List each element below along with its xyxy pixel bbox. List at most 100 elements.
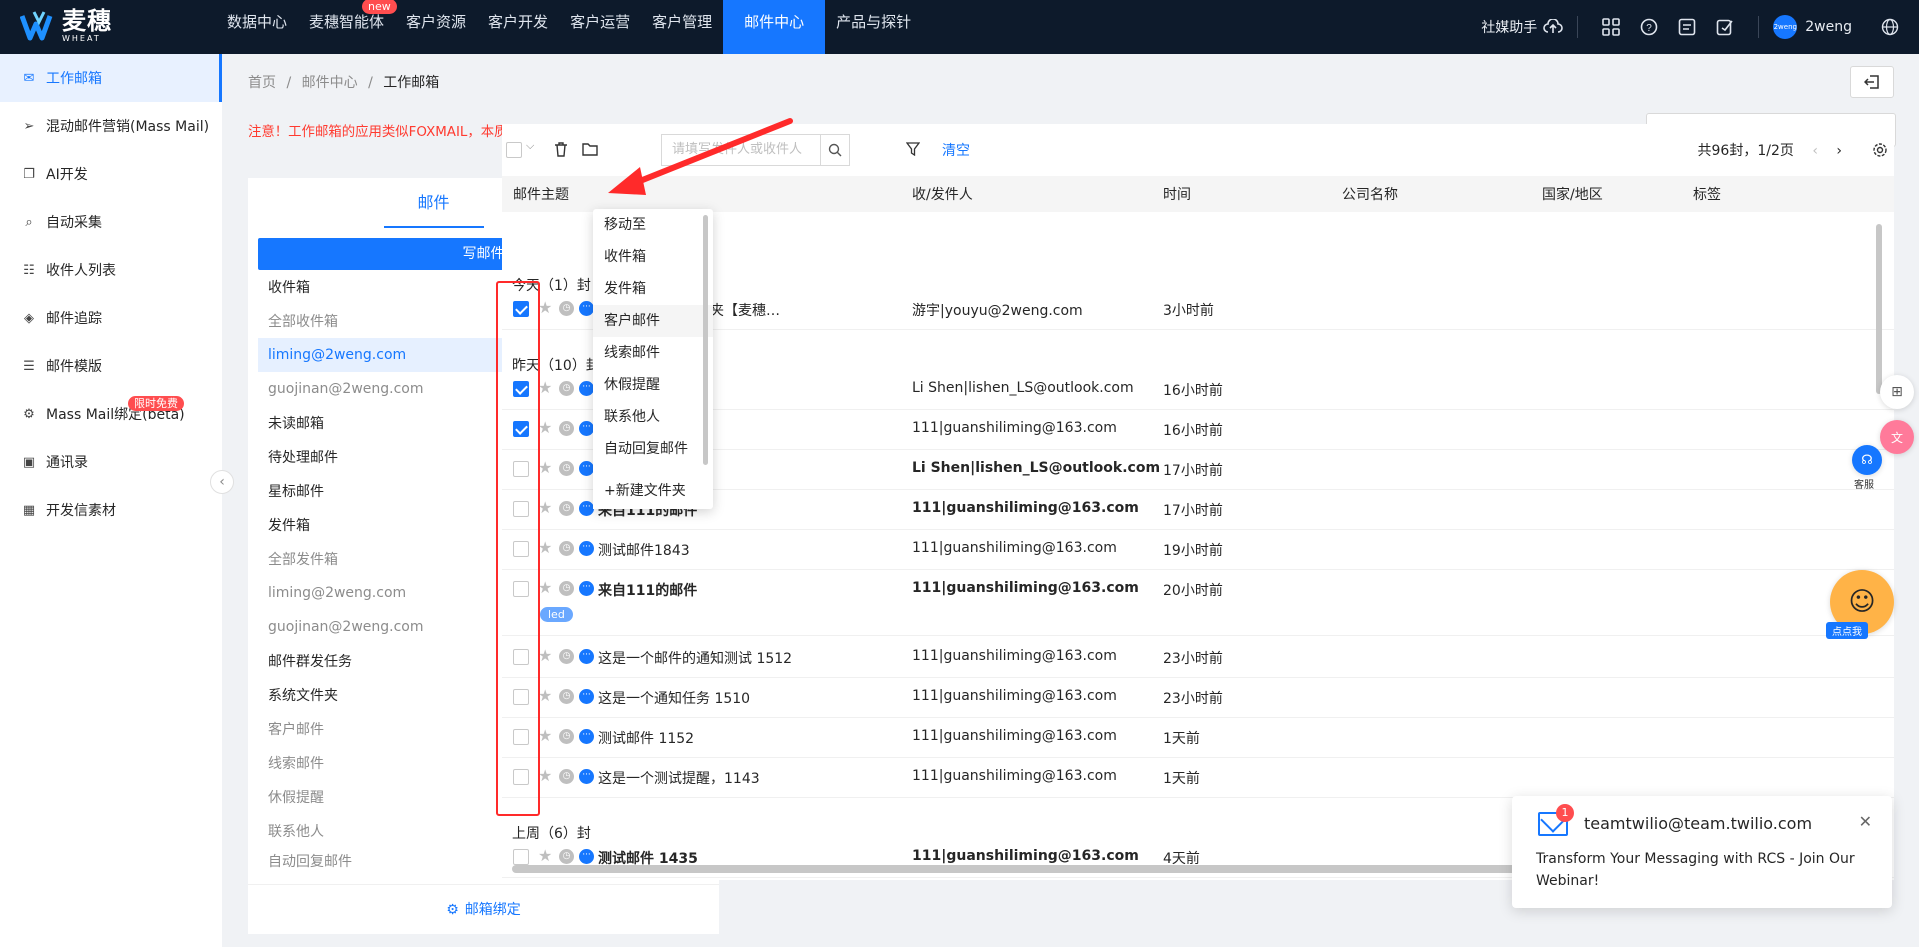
sidebar-item-mail-templates[interactable]: ☰ 邮件模版 [0,342,222,390]
more-dots-icon[interactable]: ··· [579,649,594,664]
menu-item-auto-reply[interactable]: 自动回复邮件 [593,433,713,465]
star-icon[interactable]: ★ [538,418,552,437]
menu-item-inbox[interactable]: 收件箱 [593,241,713,273]
new-folder-button[interactable]: +新建文件夹 [593,473,703,509]
help-icon[interactable]: ? [1640,18,1658,36]
next-page-icon[interactable]: › [1836,143,1842,159]
col-time[interactable]: 时间 [1163,184,1191,204]
close-icon[interactable]: ✕ [1859,812,1872,831]
prev-page-icon[interactable]: ‹ [1812,143,1818,159]
filter-icon[interactable] [906,142,920,156]
star-icon[interactable]: ★ [538,498,552,517]
globe-icon[interactable] [1881,18,1899,36]
breadcrumb-home[interactable]: 首页 [248,75,276,91]
exit-button[interactable] [1850,66,1894,98]
sidebar-item-dev-materials[interactable]: ▦ 开发信素材 [0,486,222,534]
more-dots-icon[interactable]: ··· [579,769,594,784]
table-row[interactable]: ★ ◷ ··· 来自111的邮件 111|guanshiliming@163.com 20… [502,570,1894,636]
more-dots-icon[interactable]: ··· [579,581,594,596]
more-dots-icon[interactable]: ··· [579,421,594,436]
sidebar-item-work-mailbox[interactable]: ✉ 工作邮箱 [0,54,222,102]
table-row[interactable]: ★ ◷ ··· 这是一个邮件的通知测试 1512 111|guanshiliming@1… [502,638,1894,678]
clock-icon[interactable]: ◷ [559,501,574,516]
clear-filter-link[interactable]: 清空 [942,140,970,160]
menu-item-contact-others[interactable]: 联系他人 [593,401,713,433]
mascot-label[interactable]: 点点我 [1826,622,1868,639]
more-dots-icon[interactable]: ··· [579,501,594,516]
clock-icon[interactable]: ◷ [559,649,574,664]
social-assistant-button[interactable]: 社媒助手 [1481,17,1564,37]
menu-item-lead-mail[interactable]: 线索邮件 [593,337,713,369]
star-icon[interactable]: ★ [538,686,552,705]
clock-icon[interactable]: ◷ [559,581,574,596]
col-sender[interactable]: 收/发件人 [912,184,973,204]
more-dots-icon[interactable]: ··· [579,461,594,476]
nav-products-probe[interactable]: 产品与探针 [825,0,922,54]
chevron-down-icon[interactable]: ⌵ [526,139,534,153]
settings-gear-icon[interactable] [1872,142,1888,158]
clock-icon[interactable]: ◷ [559,849,574,864]
customer-service-button[interactable]: ☊ [1852,445,1882,475]
clock-icon[interactable]: ◷ [559,381,574,396]
search-button[interactable] [820,134,850,166]
sidebar-item-ai-dev[interactable]: ❐ AI开发 [0,150,222,198]
clock-icon[interactable]: ◷ [559,421,574,436]
more-dots-icon[interactable]: ··· [579,689,594,704]
star-icon[interactable]: ★ [538,578,552,597]
breadcrumb-mail-center[interactable]: 邮件中心 [302,75,358,91]
sidebar-item-mass-mail-binding[interactable]: ⚙ Mass Mail绑定(beta) 限时免费 [0,390,222,438]
clock-icon[interactable]: ◷ [559,689,574,704]
notification-toast[interactable]: 1 teamtwilio@team.twilio.com ✕ Transform… [1512,796,1892,908]
table-row[interactable]: ★ ◷ ··· 测试邮件1843 111|guanshiliming@163.com 19… [502,530,1894,570]
sidebar-item-recipient-list[interactable]: ☷ 收件人列表 [0,246,222,294]
horizontal-scrollbar[interactable] [512,865,1682,873]
logo[interactable]: 麦穗 WHEAT [20,8,112,44]
row-tag[interactable]: led [540,607,573,622]
apps-grid-icon[interactable] [1602,18,1621,36]
star-icon[interactable]: ★ [538,766,552,785]
trash-icon[interactable] [554,142,568,157]
menu-item-customer-mail[interactable]: 客户邮件 [593,305,713,337]
table-row[interactable]: ★ ◷ ··· 这是一个通知任务 1510 111|guanshiliming@163.… [502,678,1894,718]
star-icon[interactable]: ★ [538,646,552,665]
star-icon[interactable]: ★ [538,458,552,477]
translate-widget-button[interactable]: 文 [1880,420,1914,454]
clock-icon[interactable]: ◷ [559,301,574,316]
sidebar-item-auto-collect[interactable]: ⌕ 自动采集 [0,198,222,246]
sidebar-item-mail-tracking[interactable]: ◈ 邮件追踪 [0,294,222,342]
nav-customer-development[interactable]: 客户开发 [477,0,559,54]
nav-customer-resources[interactable]: 客户资源 [395,0,477,54]
row-checkbox[interactable] [513,849,529,865]
sidebar-item-mass-mail[interactable]: ➢ 混动邮件营销(Mass Mail) [0,102,222,150]
table-row[interactable]: ★ ◷ ··· 测试邮件 1152 111|guanshiliming@163.com 1… [502,718,1894,758]
star-icon[interactable]: ★ [538,846,552,865]
clock-icon[interactable]: ◷ [559,729,574,744]
col-company[interactable]: 公司名称 [1342,184,1398,204]
nav-data-center[interactable]: 数据中心 [216,0,298,54]
menu-item-vacation[interactable]: 休假提醒 [593,369,713,401]
col-tags[interactable]: 标签 [1693,184,1721,204]
nav-customer-management[interactable]: 客户管理 [641,0,723,54]
more-dots-icon[interactable]: ··· [579,381,594,396]
star-icon[interactable]: ★ [538,298,552,317]
sidebar-item-address-book[interactable]: ▣ 通讯录 [0,438,222,486]
folder-move-icon[interactable] [582,142,598,156]
clock-icon[interactable]: ◷ [559,461,574,476]
clock-icon[interactable]: ◷ [559,769,574,784]
nav-ai-agent[interactable]: 麦穗智能体 new [298,0,397,54]
menu-item-sent[interactable]: 发件箱 [593,273,713,305]
apps-widget-button[interactable]: ⊞ [1880,375,1914,409]
col-subject[interactable]: 邮件主题 [513,184,569,204]
clock-icon[interactable]: ◷ [559,541,574,556]
more-dots-icon[interactable]: ··· [579,301,594,316]
star-icon[interactable]: ★ [538,726,552,745]
menu-scrollbar[interactable] [703,215,708,465]
more-dots-icon[interactable]: ··· [579,729,594,744]
star-icon[interactable]: ★ [538,378,552,397]
col-country[interactable]: 国家/地区 [1542,184,1603,204]
select-all-checkbox[interactable] [506,142,522,158]
star-icon[interactable]: ★ [538,538,552,557]
table-row[interactable]: ★ ◷ ··· 这是一个测试提醒，1143 111|guanshiliming@163.… [502,758,1894,798]
more-dots-icon[interactable]: ··· [579,849,594,864]
tab-mail[interactable]: 邮件 [383,178,484,228]
